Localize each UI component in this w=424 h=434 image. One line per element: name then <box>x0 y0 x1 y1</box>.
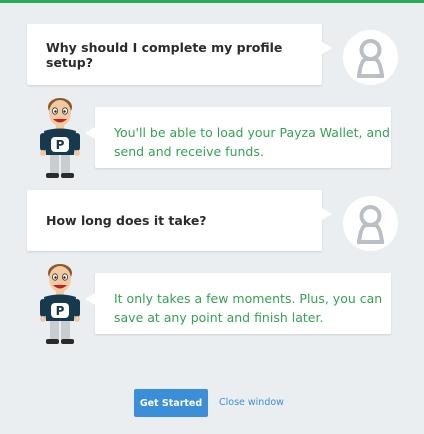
top-accent-bar <box>0 0 424 3</box>
question-text-2: How long does it take? <box>46 213 207 228</box>
get-started-button[interactable]: Get Started <box>134 389 208 417</box>
payza-mascot-icon: P <box>34 93 86 181</box>
mascot-badge: P <box>56 138 65 152</box>
close-window-link[interactable]: Close window <box>219 397 284 408</box>
answer-bubble-2: It only takes a few moments. Plus, you c… <box>85 273 391 334</box>
user-avatar-icon <box>343 30 398 85</box>
answer-text-1: You'll be able to load your Payza Wallet… <box>114 125 390 159</box>
payza-mascot-icon: P <box>34 259 86 347</box>
user-avatar-icon <box>343 196 398 251</box>
answer-text-2: It only takes a few moments. Plus, you c… <box>114 291 383 325</box>
answer-bubble-1: You'll be able to load your Payza Wallet… <box>85 107 391 168</box>
question-bubble-1: Why should I complete my profile setup? <box>27 24 332 85</box>
mascot-badge: P <box>56 304 65 318</box>
question-bubble-2: How long does it take? <box>27 190 332 251</box>
question-text-1: Why should I complete my profile setup? <box>46 39 283 70</box>
